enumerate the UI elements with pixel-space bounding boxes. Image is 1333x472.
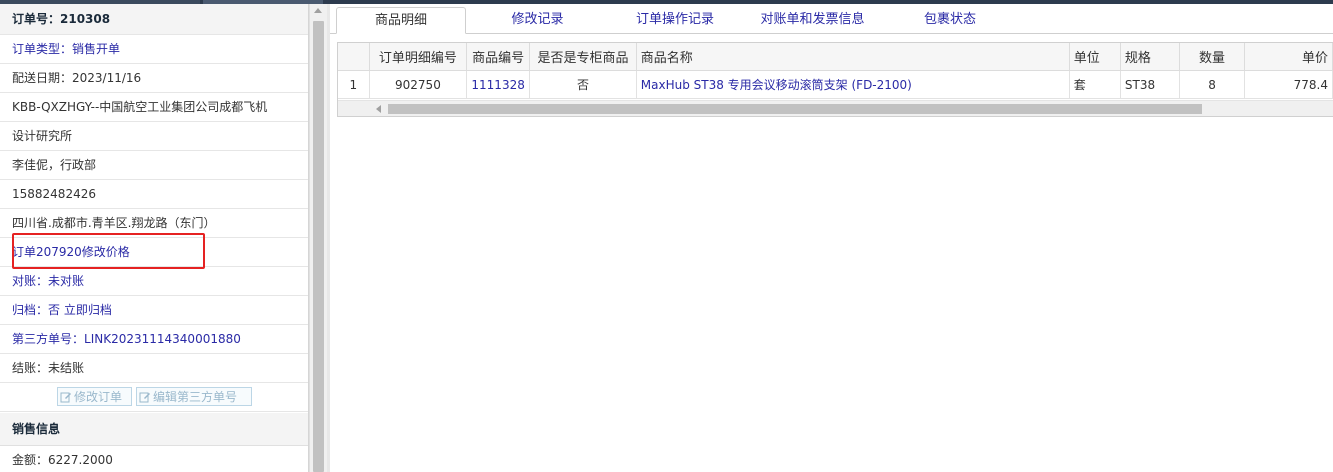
tab-operation-log[interactable]: 订单操作记录 <box>615 7 735 34</box>
column-header[interactable]: 单位 <box>1069 43 1121 71</box>
product-grid: 订单明细编号 商品编号 是否是专柜商品 商品名称 单位 规格 数量 单价 1 9… <box>338 43 1333 99</box>
scrollbar-thumb[interactable] <box>313 21 324 472</box>
detail-panel: 商品明细 修改记录 订单操作记录 对账单和发票信息 包裹状态 订单明细编号 商品… <box>330 4 1333 472</box>
tab-bar: 商品明细 修改记录 订单操作记录 对账单和发票信息 包裹状态 <box>330 4 1333 34</box>
order-number: 订单号：210308 <box>0 4 308 35</box>
column-header[interactable]: 商品编号 <box>466 43 531 71</box>
column-header[interactable]: 订单明细编号 <box>369 43 468 71</box>
tab-modify-log[interactable]: 修改记录 <box>480 7 595 34</box>
edit-third-party-button[interactable]: 编辑第三方单号 <box>136 387 252 406</box>
edit-order-label: 修改订单 <box>74 390 123 404</box>
tab-product-details[interactable]: 商品明细 <box>336 7 466 34</box>
column-header[interactable]: 数量 <box>1179 43 1246 71</box>
quantity: 8 <box>1179 70 1246 99</box>
table-row[interactable]: 1 902750 1111328 否 MaxHub ST38 专用会议移动滚筒支… <box>338 70 1333 99</box>
order-type-label: 订单类型： <box>12 42 73 56</box>
row-number: 1 <box>338 70 370 99</box>
tab-package-status[interactable]: 包裹状态 <box>895 7 1005 34</box>
reconciliation-row: 对账：未对账 <box>0 267 308 296</box>
counter-product-flag: 否 <box>529 70 637 99</box>
column-header[interactable]: 是否是专柜商品 <box>529 43 637 71</box>
third-party-value[interactable]: LINK20231114340001880 <box>84 332 241 346</box>
scroll-left-icon[interactable] <box>376 105 381 113</box>
column-header[interactable]: 商品名称 <box>636 43 1070 71</box>
highlight-box <box>12 233 205 269</box>
phone-number: 15882482426 <box>0 180 308 209</box>
scroll-up-icon[interactable] <box>314 8 322 13</box>
product-code-link[interactable]: 1111328 <box>466 70 531 99</box>
tab-underline <box>330 33 1333 34</box>
contact-person: 李佳伲，行政部 <box>0 151 308 180</box>
order-actions: 修改订单 编辑第三方单号 <box>0 383 308 412</box>
edit-order-button[interactable]: 修改订单 <box>57 387 132 406</box>
delivery-date: 配送日期：2023/11/16 <box>0 64 308 93</box>
unit: 套 <box>1069 70 1121 99</box>
spec: ST38 <box>1120 70 1180 99</box>
third-party-row: 第三方单号：LINK20231114340001880 <box>0 325 308 354</box>
tab-invoice-info[interactable]: 对账单和发票信息 <box>745 7 880 34</box>
horizontal-scrollbar-thumb[interactable] <box>388 104 1202 114</box>
sales-info-title: 销售信息 <box>0 413 308 446</box>
reconciliation-label: 对账： <box>12 274 49 288</box>
table-horizontal-scrollbar[interactable] <box>338 100 1333 116</box>
left-panel-scrollbar[interactable] <box>309 4 327 472</box>
edit-third-party-label: 编辑第三方单号 <box>153 390 238 404</box>
column-header <box>338 43 370 71</box>
column-header[interactable]: 规格 <box>1120 43 1180 71</box>
edit-icon <box>139 392 150 403</box>
customer-name-line2: 设计研究所 <box>0 122 308 151</box>
unit-price: 778.4 <box>1244 70 1333 99</box>
order-type-row: 订单类型：销售开单 <box>0 35 308 64</box>
archive-row: 归档：否 立即归档 <box>0 296 308 325</box>
reconciliation-value[interactable]: 未对账 <box>48 274 84 288</box>
customer-name-line1: KBB-QXZHGY--中国航空工业集团公司成都飞机 <box>0 93 308 122</box>
settlement-status: 结账：未结账 <box>0 354 308 383</box>
product-table: 订单明细编号 商品编号 是否是专柜商品 商品名称 单位 规格 数量 单价 1 9… <box>337 42 1333 117</box>
order-type-value[interactable]: 销售开单 <box>72 42 120 56</box>
edit-icon <box>60 392 71 403</box>
archive-link[interactable]: 否 立即归档 <box>48 303 112 317</box>
archive-label: 归档： <box>12 303 49 317</box>
third-party-label: 第三方单号： <box>12 332 85 346</box>
table-header-row: 订单明细编号 商品编号 是否是专柜商品 商品名称 单位 规格 数量 单价 <box>338 43 1333 71</box>
sales-amount: 金额：6227.2000 <box>0 446 308 472</box>
product-name-link[interactable]: MaxHub ST38 专用会议移动滚筒支架 (FD-2100) <box>636 70 1070 99</box>
column-header[interactable]: 单价 <box>1244 43 1333 71</box>
detail-id: 902750 <box>369 70 468 99</box>
